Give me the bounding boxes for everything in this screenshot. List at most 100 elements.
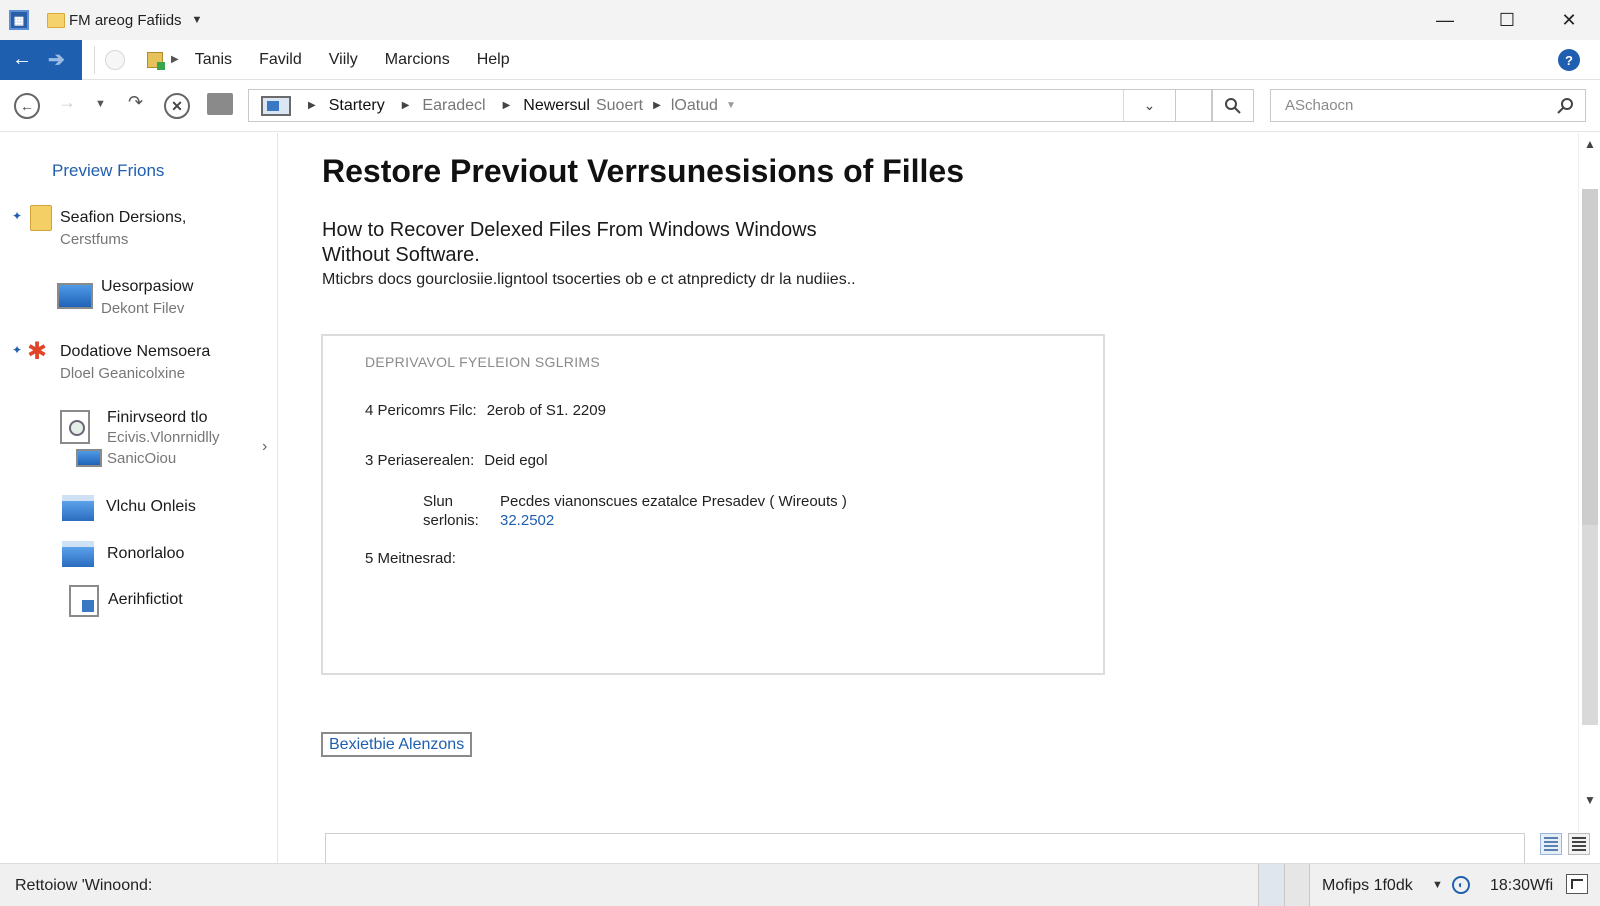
address-toolbar: ← → ▼ ↷ ✕ ▶ Startery ▶ Earadecl ▶ Newers… xyxy=(0,80,1600,132)
panel-row-label: 4 Pericomrs Filc: xyxy=(365,402,477,419)
resize-grip-icon[interactable] xyxy=(1566,874,1588,894)
vertical-scrollbar[interactable]: ▲ ▼ xyxy=(1578,133,1600,833)
search-input[interactable] xyxy=(1285,97,1525,114)
breadcrumb-startery[interactable]: Startery xyxy=(329,97,385,115)
details-view-icon[interactable] xyxy=(1540,833,1562,855)
forward-icon[interactable]: → xyxy=(58,92,76,113)
search-button[interactable] xyxy=(1212,89,1254,122)
breadcrumb-loatud[interactable]: lOatud xyxy=(671,97,718,115)
sidebar-item-sublabel: Cerstfums xyxy=(60,231,129,248)
search-box[interactable] xyxy=(1270,89,1586,122)
menu-item-marcions[interactable]: Marcions xyxy=(385,51,450,69)
scroll-thumb[interactable] xyxy=(1582,189,1598,525)
forward-arrow-icon[interactable]: ➔ xyxy=(48,47,65,72)
save-icon[interactable] xyxy=(207,93,233,115)
panel-sub-label: Slun xyxy=(423,493,454,510)
sidebar-item-ronorlaloo[interactable]: Ronorlaloo xyxy=(107,543,184,565)
circle-icon[interactable] xyxy=(105,49,125,70)
breadcrumb-dropdown-icon[interactable]: ▼ xyxy=(726,100,736,111)
redo-icon[interactable]: ↷ xyxy=(128,92,143,113)
panel-sub-content: Pecdes vianonscues ezatalce Presadev ( W… xyxy=(500,492,847,530)
computer-icon xyxy=(261,95,291,116)
back-arrow-icon[interactable]: ← xyxy=(12,48,32,71)
sidebar-item-sublabel: Dloel Geanicolxine xyxy=(60,365,186,382)
sub-heading: How to Recover Delexed Files From Window… xyxy=(322,219,817,266)
sidebar-item-label: Ronorlaloo xyxy=(107,545,185,562)
breadcrumb-earadecl[interactable]: Earadecl xyxy=(422,97,485,115)
status-time: 18:30Wfi xyxy=(1490,877,1554,894)
view-toggle xyxy=(1540,833,1590,855)
history-dropdown-icon[interactable]: ▼ xyxy=(95,98,106,110)
globe-icon[interactable]: ◐ xyxy=(1452,876,1470,894)
sidebar-item-aerihfictiot[interactable]: Aerihfictiot xyxy=(108,589,183,611)
breadcrumb-arrow-icon[interactable]: ▶ xyxy=(503,100,511,111)
status-bar: Rettoiow 'Winoond: Mofips 1f0dk ▼ ◐ 18:3… xyxy=(0,863,1600,906)
sidebar-heading[interactable]: Preview Frions xyxy=(52,161,164,181)
sidebar-item-label: Uesorpasiow xyxy=(101,278,194,295)
sidebar-item-label: Aerihfictiot xyxy=(108,591,183,608)
chevron-down-icon[interactable]: ▼ xyxy=(192,14,203,26)
breadcrumb-arrow-icon[interactable]: ▶ xyxy=(653,100,661,111)
file-icon xyxy=(60,410,90,444)
monitor-icon xyxy=(76,449,102,467)
menu-bar: ← ➔ ▶ Tanis Favild Viily Marcions Help xyxy=(0,39,1600,80)
maximize-button[interactable]: ☐ xyxy=(1476,0,1538,40)
menu-item-tanis[interactable]: Tanis xyxy=(195,51,232,69)
scroll-track[interactable] xyxy=(1582,525,1598,725)
drive-icon xyxy=(62,541,94,567)
help-icon[interactable]: ? xyxy=(1558,49,1580,71)
panel-row: 5 Meitnesrad: xyxy=(365,550,456,567)
breadcrumb-arrow-icon[interactable]: ▶ xyxy=(308,100,316,111)
address-chevron-down-icon[interactable]: ⌄ xyxy=(1123,90,1175,121)
versions-panel: DEPRIVAVOL FYELEION SGLRIMS 4 Pericomrs … xyxy=(321,334,1105,675)
menu-divider xyxy=(94,45,95,74)
status-text: Rettoiow 'Winoond: xyxy=(15,877,153,894)
refresh-button[interactable] xyxy=(1176,89,1212,122)
sidebar-item-file-history[interactable]: Finirvseord tlo Ecivis.Vlonrnidlly Sanic… xyxy=(107,407,220,470)
app-icon[interactable]: ▦ xyxy=(9,10,29,30)
status-zoom[interactable]: Mofips 1f0dk xyxy=(1322,877,1413,895)
sidebar-item-vlchu-onleis[interactable]: Vlchu Onleis xyxy=(106,496,196,518)
main-content: Restore Previout Verrsunesisions of Fill… xyxy=(279,133,1578,867)
panel-row-value: Deid egol xyxy=(484,452,548,469)
sidebar-item-sublabel: SanicOiou xyxy=(107,450,177,467)
chevron-down-icon[interactable]: ▼ xyxy=(1432,879,1443,891)
menu-item-viily[interactable]: Viily xyxy=(329,51,358,69)
expand-arrow-icon[interactable]: ▶ xyxy=(171,54,179,65)
back-icon[interactable]: ← xyxy=(14,93,40,119)
version-link[interactable]: 32.2502 xyxy=(500,511,847,530)
window-controls: — ☐ ✕ xyxy=(1414,0,1600,40)
address-field[interactable]: ▶ Startery ▶ Earadecl ▶ Newersul Suoert … xyxy=(248,89,1176,122)
breadcrumb-newersul[interactable]: Newersul xyxy=(523,97,590,115)
list-view-icon[interactable] xyxy=(1568,833,1590,855)
details-field[interactable] xyxy=(325,833,1525,867)
pin-icon[interactable]: ✦ xyxy=(12,343,22,357)
status-panel[interactable] xyxy=(1284,864,1310,906)
sidebar-item-section-versions[interactable]: Seafion Dersions, Cerstfums xyxy=(60,207,186,251)
back-forward-panel: ← ➔ xyxy=(0,39,82,80)
restore-button[interactable]: Bexietbie Alenzons xyxy=(321,732,473,757)
close-button[interactable]: ✕ xyxy=(1538,0,1600,40)
star-icon: ✱ xyxy=(27,338,48,365)
menu-item-favild[interactable]: Favild xyxy=(259,51,302,69)
stop-icon[interactable]: ✕ xyxy=(164,93,190,119)
panel-row-value: 2erob of S1. 2209 xyxy=(486,402,606,419)
sidebar-item-desktop[interactable]: Uesorpasiow Dekont Filev xyxy=(101,276,193,320)
breadcrumb-suoert[interactable]: Suoert xyxy=(596,97,643,115)
sidebar-item-label: Vlchu Onleis xyxy=(106,498,196,515)
new-sheet-icon[interactable] xyxy=(147,51,165,70)
search-icon[interactable] xyxy=(1555,96,1575,116)
sidebar-item-data-versions[interactable]: Dodatiove Nemsoera Dloel Geanicolxine xyxy=(60,341,210,385)
pin-icon[interactable]: ✦ xyxy=(12,209,22,223)
window-title: FM areog Fafiids xyxy=(69,11,182,29)
document-icon xyxy=(69,585,99,617)
chevron-right-icon[interactable]: › xyxy=(262,438,267,456)
navigation-pane: Preview Frions ✦ Seafion Dersions, Cerst… xyxy=(0,133,278,863)
scroll-up-icon[interactable]: ▲ xyxy=(1584,137,1596,151)
scroll-down-icon[interactable]: ▼ xyxy=(1584,793,1596,807)
menu-item-help[interactable]: Help xyxy=(477,51,510,69)
breadcrumb-arrow-icon[interactable]: ▶ xyxy=(402,100,410,111)
panel-sub-text: Pecdes vianonscues ezatalce Presadev ( W… xyxy=(500,493,847,510)
status-panel[interactable] xyxy=(1258,864,1284,906)
minimize-button[interactable]: — xyxy=(1414,0,1476,40)
